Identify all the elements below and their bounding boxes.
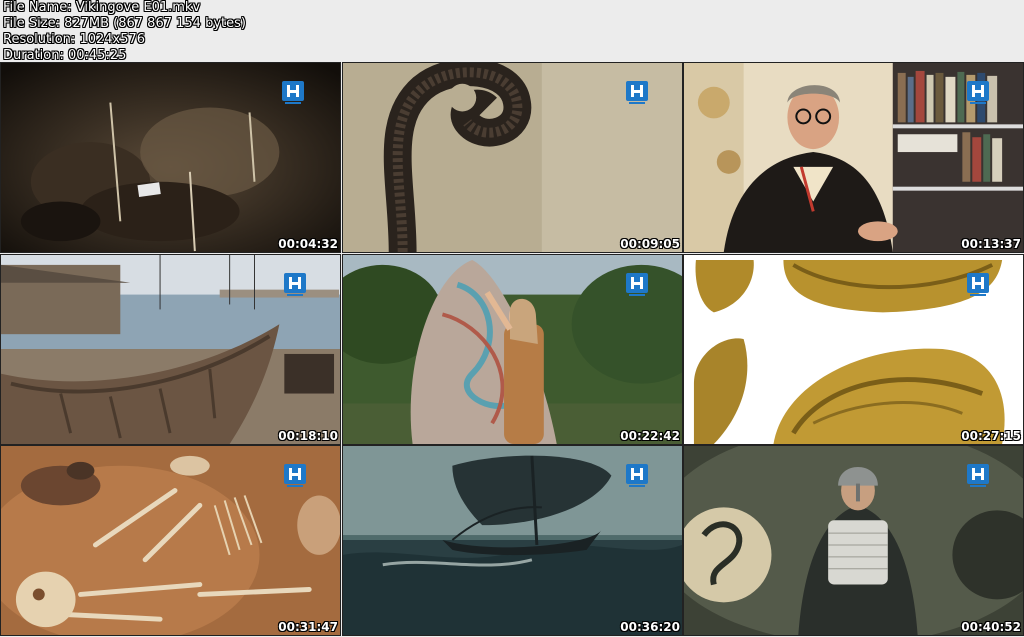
timestamp: 00:40:52 <box>961 620 1021 634</box>
file-name: File Name: Vikingove E01.mkv <box>3 0 201 15</box>
thumbnail-excavation[interactable]: 00:04:32 <box>0 62 341 253</box>
thumbnail-grid: 00:04:32 00:09:05 00:13:37 00:18:10 00:2… <box>0 62 1024 637</box>
thumbnail-viking-warrior[interactable]: 00:40:52 <box>683 445 1024 636</box>
channel-logo-icon <box>967 273 989 297</box>
timestamp: 00:09:05 <box>620 237 680 251</box>
channel-logo-icon <box>284 464 306 488</box>
thumbnail-ship-prow[interactable]: 00:09:05 <box>342 62 683 253</box>
timestamp: 00:13:37 <box>961 237 1021 251</box>
channel-logo-icon <box>626 81 648 105</box>
resolution: Resolution: 1024x576 <box>3 32 146 47</box>
channel-logo-icon <box>626 273 648 297</box>
timestamp: 00:18:10 <box>278 429 338 443</box>
channel-logo-icon <box>282 81 304 105</box>
channel-logo-icon <box>967 464 989 488</box>
channel-logo-icon <box>626 464 648 488</box>
thumbnail-gold-brooch[interactable]: 00:27:15 <box>683 254 1024 445</box>
timestamp: 00:31:47 <box>278 620 338 634</box>
timestamp: 00:22:42 <box>620 429 680 443</box>
thumbnail-skeleton-grave[interactable]: 00:31:47 <box>0 445 341 636</box>
thumbnail-longship-sea[interactable]: 00:36:20 <box>342 445 683 636</box>
timestamp: 00:04:32 <box>278 237 338 251</box>
channel-logo-icon <box>284 273 306 297</box>
timestamp: 00:27:15 <box>961 429 1021 443</box>
thumbnail-boat-harbor[interactable]: 00:18:10 <box>0 254 341 445</box>
timestamp: 00:36:20 <box>620 620 680 634</box>
thumbnail-rune-stone[interactable]: 00:22:42 <box>342 254 683 445</box>
channel-logo-icon <box>967 81 989 105</box>
file-info: File Name: Vikingove E01.mkv File Size: … <box>3 0 246 64</box>
file-size: File Size: 827MB (867 867 154 bytes) <box>3 16 246 31</box>
thumbnail-interview[interactable]: 00:13:37 <box>683 62 1024 253</box>
